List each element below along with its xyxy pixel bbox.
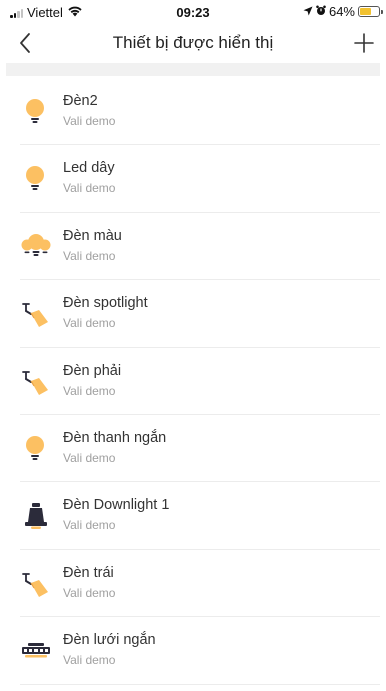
device-name: Đèn spotlight [63,295,148,312]
plus-icon[interactable] [352,30,376,56]
spotlight-icon [20,568,52,600]
bulb-icon [20,163,52,195]
device-name: Đèn màu [63,227,122,244]
device-room: Vali demo [63,383,116,398]
device-name: Đèn2 [63,93,98,109]
device-row[interactable]: Đèn màu Vali demo [0,213,386,281]
device-row[interactable]: Đèn spotlight Vali demo [0,280,386,348]
device-row[interactable]: Đèn lưới ngắn Vali demo [0,617,386,685]
location-icon [303,4,313,19]
device-name: Led dây [63,160,115,177]
multi-bulb-icon [20,231,52,263]
alarm-icon [316,4,326,19]
device-name: Đèn lưới ngắn [63,632,156,649]
device-list: Đèn2 Vali demo Led dây Vali demo Đèn màu… [0,78,386,685]
spotlight-icon [20,298,52,330]
device-room: Vali demo [63,518,116,533]
spotlight-icon [20,366,52,398]
device-room: Vali demo [63,181,116,196]
grille-light-icon [20,635,52,667]
device-room: Vali demo [63,114,116,128]
device-row[interactable]: Đèn trái Vali demo [0,550,386,618]
device-room: Vali demo [63,248,116,263]
bulb-icon [20,433,52,465]
device-row[interactable]: Đèn thanh ngắn Vali demo [0,415,386,483]
device-row[interactable]: Led dây Vali demo [0,145,386,214]
section-separator [6,63,380,76]
battery-icon [358,6,383,17]
device-name: Đèn trái [63,564,114,581]
downlight-icon [20,500,52,532]
navigation-bar: Thiết bị được hiển thị [0,26,386,62]
device-row[interactable]: Đèn Downlight 1 Vali demo [0,482,386,551]
device-row[interactable]: Đèn2 Vali demo [0,78,386,146]
page-title: Thiết bị được hiển thị [112,33,274,52]
device-row[interactable]: Đèn phải Vali demo [0,348,386,416]
device-name: Đèn thanh ngắn [63,429,167,446]
device-room: Vali demo [63,585,116,600]
device-room: Vali demo [63,450,116,465]
device-room: Vali demo [63,653,116,668]
device-room: Vali demo [63,316,116,331]
bulb-icon [20,96,52,128]
status-right: 64% [303,4,383,19]
device-name: Đèn phải [63,362,122,379]
device-name: Đèn Downlight 1 [63,497,170,514]
battery-percent: 64% [328,4,355,19]
status-bar: Viettel 09:23 64% [0,0,386,26]
